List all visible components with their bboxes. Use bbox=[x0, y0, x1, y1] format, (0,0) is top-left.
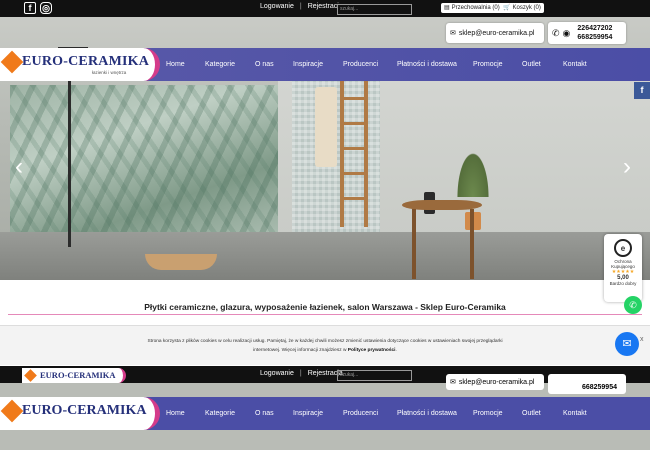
nav-promotions[interactable]: Promocje bbox=[473, 410, 522, 417]
nav-home[interactable]: Home bbox=[166, 410, 205, 417]
cookie-text: Strona korzysta z plików cookies w celu … bbox=[120, 337, 530, 355]
slider-prev-arrow-icon[interactable]: ‹ bbox=[15, 155, 23, 179]
top-bar: f ◎ Logowanie | Rejestracja szukaj... ▤ … bbox=[0, 0, 650, 17]
hero-ladder bbox=[340, 77, 368, 227]
sticky-login-link[interactable]: Logowanie bbox=[260, 370, 294, 377]
stool-leg bbox=[412, 209, 416, 279]
storage-button[interactable]: ▤ Przechowalnia (0) bbox=[441, 3, 503, 13]
nav-payments-delivery[interactable]: Płatności i dostawa bbox=[397, 410, 473, 417]
main-nav: Home Kategorie O nas Inspiracje Producen… bbox=[160, 48, 603, 81]
sticky-email-box[interactable]: ✉ sklep@euro-ceramika.pl bbox=[446, 374, 544, 390]
storage-label: Przechowalnia (0) bbox=[451, 5, 500, 11]
headline-section: Płytki ceramiczne, glazura, wyposażenie … bbox=[0, 280, 650, 320]
cart-label: Koszyk (0) bbox=[512, 5, 541, 11]
logo[interactable]: EURO-CERAMIKA łazienki i wnętrza bbox=[0, 48, 160, 81]
cookie-banner: Strona korzysta z plików cookies w celu … bbox=[0, 325, 650, 365]
phone-number-1: 226427202 bbox=[577, 25, 613, 32]
mail-icon: ✉ bbox=[450, 30, 456, 37]
nav-payments-delivery[interactable]: Płatności i dostawa bbox=[397, 61, 473, 68]
phone-numbers: 226427202 668259954 bbox=[577, 24, 612, 42]
logo-mark-icon bbox=[0, 399, 24, 423]
email-box[interactable]: ✉ sklep@euro-ceramika.pl bbox=[446, 23, 544, 43]
sticky-logo[interactable]: EURO-CERAMIKA bbox=[22, 368, 126, 383]
logo-tagline: łazienki i wnętrza bbox=[92, 70, 127, 75]
logo-mark-icon bbox=[0, 50, 24, 74]
nav-about[interactable]: O nas bbox=[255, 61, 293, 68]
nav-contact[interactable]: Kontakt bbox=[563, 61, 603, 68]
nav-outlet[interactable]: Outlet bbox=[522, 61, 563, 68]
cookie-close-icon[interactable]: x bbox=[640, 336, 644, 343]
facebook-icon[interactable]: f bbox=[24, 2, 36, 14]
nav-contact[interactable]: Kontakt bbox=[563, 410, 603, 417]
mail-icon: ✉ bbox=[450, 379, 456, 386]
social-links: f ◎ bbox=[24, 2, 52, 14]
sticky-account-links: Logowanie | Rejestracja bbox=[260, 370, 343, 377]
hero-towel bbox=[315, 87, 337, 167]
cookie-line-2-suffix: . bbox=[395, 348, 397, 353]
page-title: Płytki ceramiczne, glazura, wyposażenie … bbox=[144, 302, 506, 312]
separator: | bbox=[299, 370, 302, 377]
email-text: sklep@euro-ceramika.pl bbox=[458, 29, 535, 37]
sticky-phone-number: 668259954 bbox=[581, 384, 617, 391]
account-links: Logowanie | Rejestracja bbox=[260, 3, 343, 10]
login-link[interactable]: Logowanie bbox=[260, 3, 294, 10]
sticky-email-text: sklep@euro-ceramika.pl bbox=[458, 378, 535, 386]
trust-badge[interactable]: e Ochrona Kupującego ★★★★★ 5,00 Bardzo d… bbox=[604, 234, 642, 302]
nav-producers[interactable]: Producenci bbox=[343, 410, 397, 417]
sticky-logo-name: EURO-CERAMIKA bbox=[40, 370, 116, 380]
cart-icon: 🛒 bbox=[503, 5, 511, 11]
storage-icon: ▤ bbox=[444, 5, 450, 11]
sticky-logo-mark-icon bbox=[24, 369, 37, 382]
nav-inspirations[interactable]: Inspiracje bbox=[293, 410, 343, 417]
hero-floor bbox=[0, 232, 650, 280]
slider-next-arrow-icon[interactable]: › bbox=[623, 155, 631, 179]
sticky-main-logo[interactable]: EURO-CERAMIKA bbox=[0, 397, 160, 430]
hero-basket bbox=[145, 254, 217, 270]
nav-categories[interactable]: Kategorie bbox=[205, 61, 255, 68]
sticky-header-duplicate: EURO-CERAMIKA Logowanie | Rejestracja sz… bbox=[0, 366, 650, 450]
search-input[interactable]: szukaj... bbox=[337, 4, 412, 15]
nav-about[interactable]: O nas bbox=[255, 410, 293, 417]
trust-badge-icon: e bbox=[614, 239, 632, 257]
hero-plant bbox=[455, 147, 491, 197]
nav-inspirations[interactable]: Inspiracje bbox=[293, 61, 343, 68]
nav-promotions[interactable]: Promocje bbox=[473, 61, 522, 68]
trust-label: Bardzo dobry bbox=[609, 281, 637, 286]
cookie-line-1: Strona korzysta z plików cookies w celu … bbox=[147, 339, 503, 344]
sticky-search-input[interactable]: szukaj... bbox=[337, 370, 412, 381]
stool-leg bbox=[470, 209, 474, 279]
phone-number-2: 668259954 bbox=[577, 34, 613, 41]
separator: | bbox=[299, 3, 302, 10]
nav-categories[interactable]: Kategorie bbox=[205, 410, 255, 417]
facebook-side-tab-icon[interactable]: f bbox=[634, 82, 650, 99]
whatsapp-chat-icon[interactable]: ✆ bbox=[624, 296, 642, 314]
phone-icon: ✆ bbox=[552, 27, 560, 38]
logo-name: EURO-CERAMIKA bbox=[22, 54, 150, 69]
nav-home[interactable]: Home bbox=[166, 61, 205, 68]
cookie-line-2-prefix: internetowej. Więcej informacji znajdzie… bbox=[253, 348, 348, 353]
divider bbox=[8, 314, 642, 315]
phone-box[interactable]: ✆ ◉ 226427202 668259954 bbox=[548, 22, 626, 44]
cart-button[interactable]: 🛒 Koszyk (0) bbox=[500, 3, 544, 13]
trust-title: Ochrona Kupującego bbox=[611, 259, 635, 269]
sticky-phone-box[interactable]: 668259954 bbox=[548, 374, 626, 394]
sticky-main-nav: Home Kategorie O nas Inspiracje Producen… bbox=[160, 397, 603, 430]
messenger-chat-icon[interactable]: ✉ bbox=[615, 332, 639, 356]
page: ‹ › f ◎ Logowanie | Rejestracja szukaj..… bbox=[0, 0, 650, 450]
nav-outlet[interactable]: Outlet bbox=[522, 410, 563, 417]
logo-name: EURO-CERAMIKA bbox=[22, 403, 147, 418]
nav-producers[interactable]: Producenci bbox=[343, 61, 397, 68]
instagram-icon[interactable]: ◎ bbox=[40, 2, 52, 14]
whatsapp-icon: ◉ bbox=[562, 27, 571, 38]
privacy-policy-link[interactable]: Polityce prywatności bbox=[348, 348, 396, 353]
